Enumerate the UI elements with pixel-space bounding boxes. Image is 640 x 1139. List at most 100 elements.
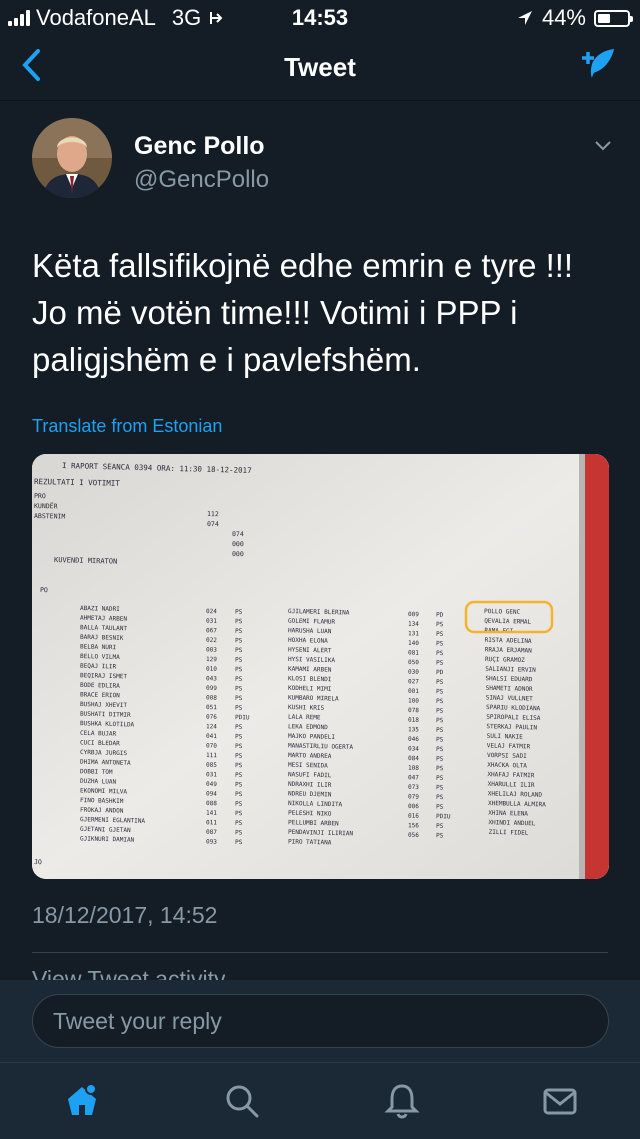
member-name: BELLO VILMA	[80, 653, 120, 661]
member-name: BUSHKA KLOTILDA	[80, 720, 135, 728]
member-seat: 001	[408, 688, 419, 695]
member-party: PS	[235, 705, 243, 712]
member-name: GOLEMI FLAMUR	[288, 618, 336, 626]
member-name: SPIROPALI ELISA	[486, 714, 541, 722]
member-name: ZILLI FIDEL	[489, 829, 529, 837]
member-party: PS	[235, 801, 243, 808]
member-name: QEVALIA ERMAL	[484, 618, 532, 626]
tally-value: 112	[207, 510, 219, 518]
member-party: PS	[235, 810, 243, 817]
member-party: PS	[436, 717, 444, 724]
member-name: BELBA NURI	[80, 643, 117, 651]
member-name: SPARIU KLODIANA	[486, 704, 541, 712]
tweet-text-line: Këta fallsifikojnë edhe emrin e tyre !!!	[32, 247, 574, 284]
translate-link[interactable]: Translate from Estonian	[32, 416, 222, 437]
member-name: DHIMA ANTONETA	[80, 759, 131, 767]
member-name: XHINA ELENA	[488, 810, 528, 818]
author-name[interactable]: Genc Pollo	[134, 132, 265, 161]
member-seat: 011	[206, 819, 217, 826]
view-tweet-activity[interactable]: View Tweet activity	[32, 966, 225, 980]
tally-value: 000	[232, 540, 244, 548]
tweet-media-photo[interactable]: I RAPORT SEANCA 0394 ORA: 11:30 18-12-20…	[32, 454, 609, 879]
member-party: PS	[436, 794, 444, 801]
member-seat: 076	[206, 714, 217, 721]
chevron-down-icon[interactable]	[594, 140, 612, 152]
member-party: PS	[235, 647, 243, 654]
nav-bar: Tweet	[0, 34, 640, 101]
member-name: CELA BUJAR	[80, 730, 117, 738]
member-party: PS	[235, 753, 243, 760]
member-name: VORPSI SADI	[487, 752, 527, 760]
member-name: NDREU DJEMIN	[288, 790, 332, 798]
tweet-text-line: Jo më votën time!!! Votimi i PPP i	[32, 294, 518, 331]
member-name: CUCI BLEDAR	[80, 739, 120, 747]
member-name: BUSHATI DITMIR	[80, 711, 131, 719]
messages-envelope-icon[interactable]	[540, 1081, 580, 1121]
member-name: AHMETAJ ARBEN	[80, 615, 128, 623]
member-seat: 081	[408, 649, 419, 656]
member-party: PDIU	[436, 813, 451, 820]
member-party: PS	[235, 724, 243, 731]
member-party: PS	[436, 784, 444, 791]
member-name: XHINDI ANDUEL	[488, 819, 536, 827]
member-seat: 156	[408, 822, 419, 829]
member-seat: 070	[206, 742, 217, 749]
member-party: PS	[436, 746, 444, 753]
member-name: DUZHA LUAN	[80, 778, 117, 786]
member-name: XHACKA OLTA	[487, 762, 527, 770]
battery-icon	[594, 9, 633, 27]
reply-input[interactable]: Tweet your reply	[32, 994, 609, 1048]
member-seat: 093	[206, 838, 217, 845]
member-party: PS	[436, 631, 444, 638]
avatar[interactable]	[32, 118, 112, 198]
member-seat: 108	[408, 765, 419, 772]
member-name: KODHELI MIMI	[288, 685, 332, 693]
member-name: SHAMETI ADNOR	[486, 685, 534, 693]
member-seat: 046	[408, 736, 419, 743]
member-seat: 084	[408, 755, 419, 762]
member-seat: 030	[408, 669, 419, 676]
member-name: GJETANI GJETAN	[80, 826, 131, 834]
tweet-text-line: paligjshëm e i pavlefshëm.	[32, 341, 421, 378]
member-name: PELLUMBI ARBEN	[288, 819, 339, 827]
member-party: PS	[436, 679, 444, 686]
compose-tweet-icon[interactable]	[578, 46, 618, 86]
home-icon[interactable]	[62, 1081, 102, 1121]
member-party: PS	[436, 832, 444, 839]
member-seat: 094	[206, 790, 217, 797]
document-subheader: REZULTATI I VOTIMIT	[34, 477, 120, 488]
tweet-detail: Genc Pollo @GencPollo Këta fallsifikojnë…	[0, 100, 640, 980]
battery-percent: 44%	[541, 5, 586, 30]
member-seat: 135	[408, 726, 419, 733]
member-party: PD	[436, 612, 444, 619]
member-party: PS	[235, 791, 243, 798]
member-seat: 008	[206, 694, 217, 701]
member-party: PS	[235, 733, 243, 740]
tweet-text: Këta fallsifikojnë edhe emrin e tyre !!!…	[32, 242, 612, 383]
member-party: PS	[235, 676, 243, 683]
member-seat: 099	[206, 685, 217, 692]
member-name: BEQAJ ILIR	[80, 663, 117, 671]
member-name: CYRBJA JURGIS	[80, 749, 128, 757]
member-seat: 140	[408, 640, 419, 647]
member-name: SULI NAKIE	[487, 733, 524, 741]
member-name: EKONOMI MILVA	[80, 787, 128, 795]
member-seat: 134	[408, 621, 419, 628]
author-handle[interactable]: @GencPollo	[134, 166, 269, 194]
member-seat: 031	[206, 771, 217, 778]
member-name: GJIKNURI DAMIAN	[80, 835, 135, 843]
member-seat: 079	[408, 793, 419, 800]
member-party: PS	[436, 736, 444, 743]
notifications-bell-icon[interactable]	[382, 1081, 422, 1121]
member-name: KAMAMI ARBEN	[288, 666, 332, 674]
member-name: MAJKO PANDELI	[288, 733, 336, 741]
member-name: RISTA ADELINA	[485, 637, 533, 645]
document-footer-label: JO	[34, 858, 42, 866]
document-verdict: KUVENDI MIRATON	[54, 556, 117, 566]
member-name: BUSHAJ XHEVIT	[80, 701, 128, 709]
member-party: PS	[235, 637, 243, 644]
tab-bar	[0, 1062, 640, 1139]
member-party: PS	[436, 660, 444, 667]
status-right: 44%	[516, 5, 633, 31]
search-icon[interactable]	[222, 1081, 262, 1121]
